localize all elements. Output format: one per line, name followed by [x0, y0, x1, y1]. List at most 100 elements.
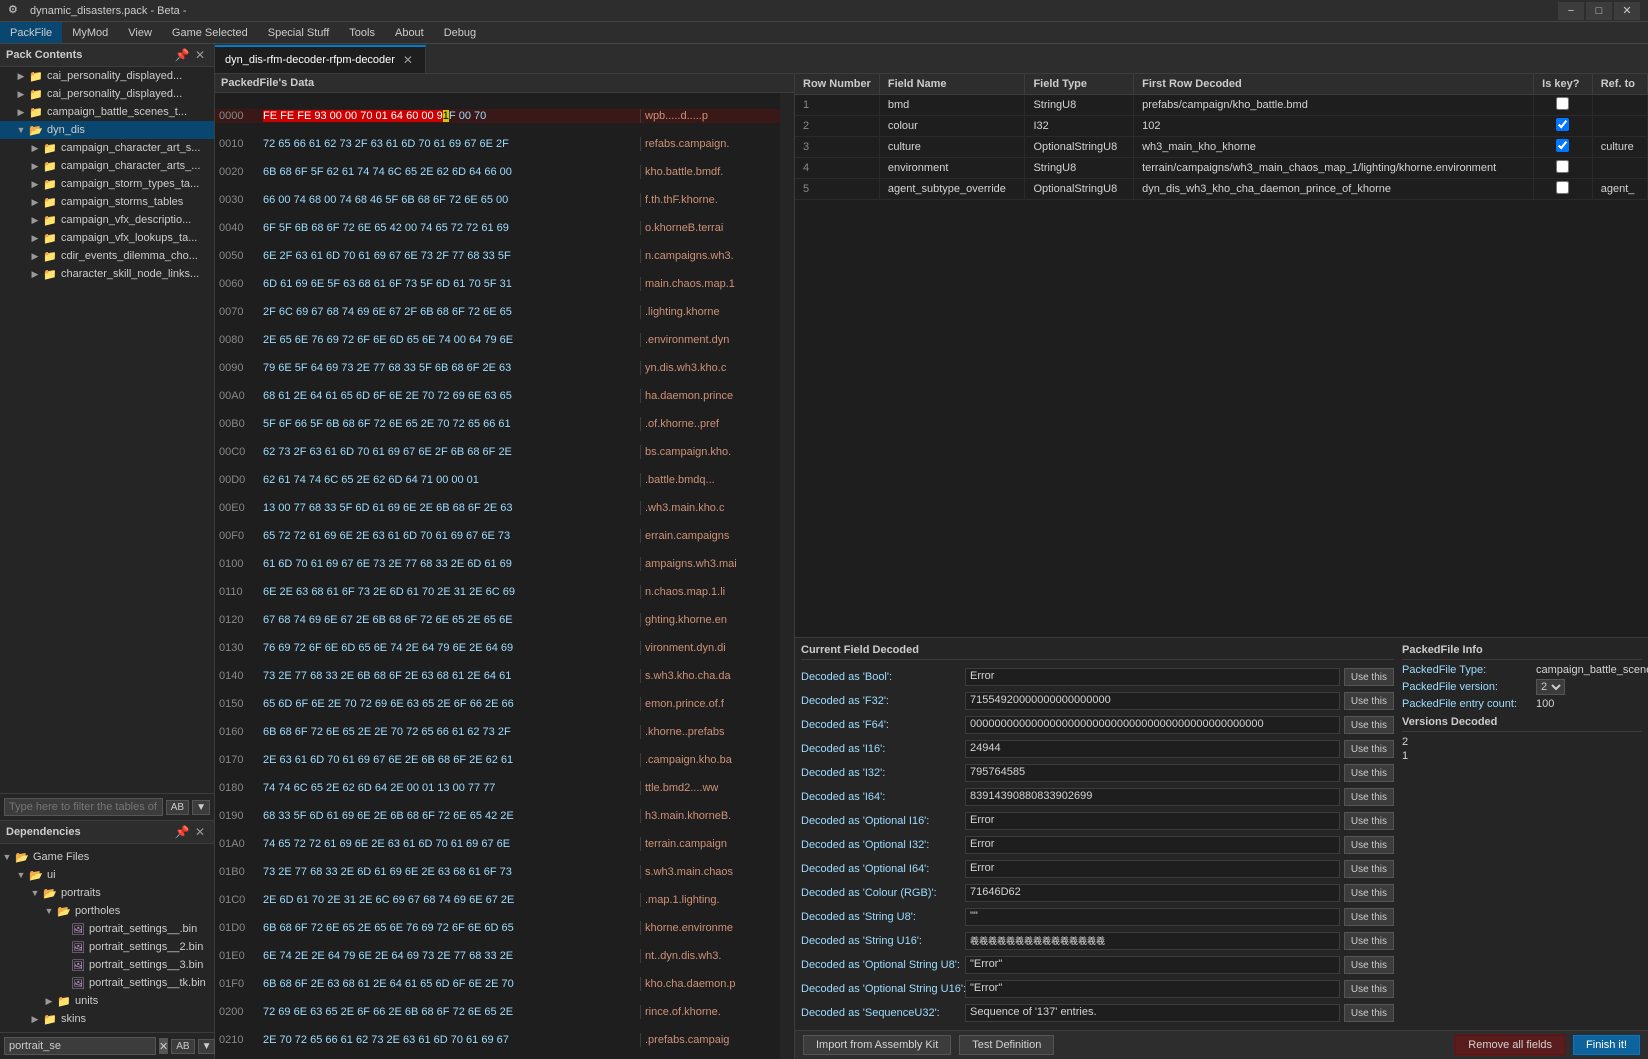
folder-icon: 📁 — [42, 248, 58, 264]
use-this-i16-button[interactable]: Use this — [1344, 740, 1394, 758]
maximize-button[interactable]: □ — [1586, 2, 1612, 20]
decoded-sequ32-row: Decoded as 'SequenceU32': Sequence of '1… — [801, 1004, 1394, 1022]
menu-tools[interactable]: Tools — [339, 22, 385, 43]
tab-decoder[interactable]: dyn_dis-rfm-decoder-rfpm-decoder ✕ — [215, 45, 426, 73]
menu-packfile[interactable]: PackFile — [0, 22, 62, 43]
hex-scrollbar[interactable] — [780, 93, 794, 1059]
close-button[interactable]: ✕ — [1614, 2, 1640, 20]
tree-item-char-art1[interactable]: ▶ 📁 campaign_character_art_s... — [0, 139, 214, 157]
hex-container: 0000FE FE FE 93 00 00 70 01 64 60 00 91F… — [215, 93, 794, 1059]
use-this-optstru8-button[interactable]: Use this — [1344, 956, 1394, 974]
use-this-i64-button[interactable]: Use this — [1344, 788, 1394, 806]
tree-item-charskill[interactable]: ▶ 📁 character_skill_node_links... — [0, 265, 214, 283]
menu-special-stuff[interactable]: Special Stuff — [258, 22, 340, 43]
tree-item-storms[interactable]: ▶ 📁 campaign_storms_tables — [0, 193, 214, 211]
folder-icon: 📁 — [28, 86, 44, 102]
use-this-bool-button[interactable]: Use this — [1344, 668, 1394, 686]
decoded-opti64-row: Decoded as 'Optional I64': Error Use thi… — [801, 860, 1394, 878]
version-select[interactable]: 2 1 — [1536, 679, 1565, 695]
packed-info-panel: PackedFile Info PackedFile Type: campaig… — [1402, 644, 1642, 1024]
use-this-f32-button[interactable]: Use this — [1344, 692, 1394, 710]
use-this-f64-button[interactable]: Use this — [1344, 716, 1394, 734]
pack-pin-button[interactable]: 📌 — [174, 47, 190, 63]
minimize-button[interactable]: − — [1558, 2, 1584, 20]
tree-item-char-art2[interactable]: ▶ 📁 campaign_character_arts_... — [0, 157, 214, 175]
deps-pin-button[interactable]: 📌 — [174, 824, 190, 840]
tree-item-vfx-lookups[interactable]: ▶ 📁 campaign_vfx_lookups_ta... — [0, 229, 214, 247]
col-field-name: Field Name — [879, 74, 1025, 95]
portrait-drop-button[interactable]: ▼ — [198, 1039, 216, 1054]
tree-item-portraits[interactable]: ▼ 📂 portraits — [0, 884, 214, 902]
folder-icon: 📁 — [42, 194, 58, 210]
table-row: 5 agent_subtype_override OptionalStringU… — [795, 179, 1648, 200]
decoded-optstru16-value: "Error" — [965, 980, 1340, 998]
import-assembly-button[interactable]: Import from Assembly Kit — [803, 1035, 951, 1055]
use-this-optstru16-button[interactable]: Use this — [1344, 980, 1394, 998]
tree-item-units[interactable]: ▶ 📁 units — [0, 992, 214, 1010]
tree-item-portrait4[interactable]: 🖼 portrait_settings__tk.bin — [0, 974, 214, 992]
finish-it-button[interactable]: Finish it! — [1573, 1035, 1640, 1055]
table-row: 4 environment StringU8 terrain/campaigns… — [795, 158, 1648, 179]
versions-decoded: Versions Decoded 2 1 — [1402, 716, 1642, 762]
tree-item-vfx-desc[interactable]: ▶ 📁 campaign_vfx_descriptio... — [0, 211, 214, 229]
tree-item-game-files[interactable]: ▼ 📂 Game Files — [0, 848, 214, 866]
file-icon: 🖼 — [70, 921, 86, 937]
decoded-opti16-value: Error — [965, 812, 1340, 830]
tree-item-cdir[interactable]: ▶ 📁 cdir_events_dilemma_cho... — [0, 247, 214, 265]
decoded-i32-row: Decoded as 'I32': 795764585 Use this — [801, 764, 1394, 782]
menu-game-selected[interactable]: Game Selected — [162, 22, 258, 43]
pack-search-ab-button[interactable]: AB — [166, 800, 189, 815]
use-this-i32-button[interactable]: Use this — [1344, 764, 1394, 782]
remove-all-fields-button[interactable]: Remove all fields — [1455, 1035, 1565, 1055]
titlebar: ⚙ dynamic_disasters.pack - Beta - − □ ✕ — [0, 0, 1648, 22]
use-this-stru8-button[interactable]: Use this — [1344, 908, 1394, 926]
tree-item-portrait2[interactable]: 🖼 portrait_settings__2.bin — [0, 938, 214, 956]
portrait-ab-button[interactable]: AB — [171, 1039, 194, 1054]
tree-item-skins[interactable]: ▶ 📁 skins — [0, 1010, 214, 1028]
pack-close-button[interactable]: ✕ — [192, 47, 208, 63]
decoded-optstru8-value: "Error" — [965, 956, 1340, 974]
decoded-optstru16-row: Decoded as 'Optional String U16': "Error… — [801, 980, 1394, 998]
pack-search-input[interactable] — [4, 798, 163, 816]
tree-item-ui[interactable]: ▼ 📂 ui — [0, 866, 214, 884]
tree-item-cai2[interactable]: ▶ 📁 cai_personality_displayed... — [0, 85, 214, 103]
tree-item-campaign-battle[interactable]: ▶ 📁 campaign_battle_scenes_t... — [0, 103, 214, 121]
version-item-2: 2 — [1402, 736, 1642, 748]
folder-icon: 📁 — [42, 230, 58, 246]
deps-close-button[interactable]: ✕ — [192, 824, 208, 840]
menu-view[interactable]: View — [118, 22, 162, 43]
packed-count-value: 100 — [1536, 698, 1642, 710]
tree-item-dyndis[interactable]: ▼ 📂 dyn_dis — [0, 121, 214, 139]
test-definition-button[interactable]: Test Definition — [959, 1035, 1054, 1055]
use-this-opti64-button[interactable]: Use this — [1344, 860, 1394, 878]
menu-about[interactable]: About — [385, 22, 434, 43]
tab-close-button[interactable]: ✕ — [401, 53, 415, 67]
tree-item-storm-types[interactable]: ▶ 📁 campaign_storm_types_ta... — [0, 175, 214, 193]
pack-search-drop-button[interactable]: ▼ — [192, 800, 210, 815]
version-item-1: 1 — [1402, 750, 1642, 762]
col-is-key: Is key? — [1534, 74, 1593, 95]
use-this-opti32-button[interactable]: Use this — [1344, 836, 1394, 854]
decoded-stru16-value: 羲羲羲羲羲羲羲羲羲羲羲羲羲羲羲 — [965, 932, 1340, 950]
decoded-colour-row: Decoded as 'Colour (RGB)': 71646D62 Use … — [801, 884, 1394, 902]
tree-item-cai1[interactable]: ▶ 📁 cai_personality_displayed... — [0, 67, 214, 85]
folder-icon: 📂 — [28, 867, 44, 883]
use-this-opti16-button[interactable]: Use this — [1344, 812, 1394, 830]
decoded-opti32-label: Decoded as 'Optional I32': — [801, 839, 961, 851]
decoded-f64-value: 0000000000000000000000000000000000000000… — [965, 716, 1340, 734]
packed-type-label: PackedFile Type: — [1402, 664, 1532, 676]
use-this-sequ32-button[interactable]: Use this — [1344, 1004, 1394, 1022]
use-this-colour-button[interactable]: Use this — [1344, 884, 1394, 902]
hex-scroll[interactable]: 0000FE FE FE 93 00 00 70 01 64 60 00 91F… — [215, 93, 780, 1059]
portrait-clear-button[interactable]: ✕ — [159, 1038, 168, 1054]
decoded-i64-row: Decoded as 'I64': 83914390880833902699 U… — [801, 788, 1394, 806]
tree-item-portrait1[interactable]: 🖼 portrait_settings__.bin — [0, 920, 214, 938]
portrait-search-input[interactable] — [4, 1037, 156, 1055]
decoded-panel: Current Field Decoded Decoded as 'Bool':… — [795, 637, 1648, 1030]
tree-item-portrait3[interactable]: 🖼 portrait_settings__3.bin — [0, 956, 214, 974]
folder-icon: 📁 — [56, 993, 72, 1009]
tree-item-portholes[interactable]: ▼ 📂 portholes — [0, 902, 214, 920]
menu-debug[interactable]: Debug — [434, 22, 486, 43]
menu-mymod[interactable]: MyMod — [62, 22, 118, 43]
use-this-stru16-button[interactable]: Use this — [1344, 932, 1394, 950]
